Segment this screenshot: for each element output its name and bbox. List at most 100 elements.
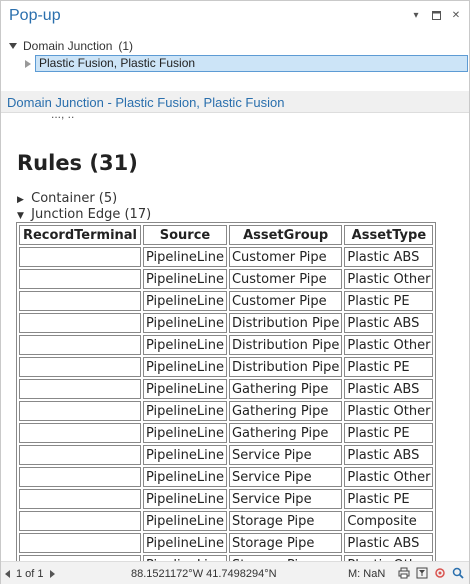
table-cell: Customer Pipe [228,247,343,267]
snapping-icon[interactable] [433,566,447,580]
table-cell: PipelineLine [143,247,227,267]
column-header: RecordTerminal [19,225,141,245]
table-cell: Distribution Pipe [228,357,343,377]
table-cell: Plastic ABS [344,379,434,399]
table-cell: Storage Pipe [228,533,343,553]
pane-window-controls: ▾ ✕ [409,8,463,22]
table-cell: Plastic PE [344,489,434,509]
table-row: PipelineLine Storage Pipe Composite [19,511,434,531]
page-indicator: 1 of 1 [16,568,44,580]
table-cell: PipelineLine [143,511,227,531]
table-row: PipelineLine Gathering Pipe Plastic PE [19,423,434,443]
print-icon[interactable] [397,566,411,580]
table-cell: Service Pipe [228,489,343,509]
rules-table-body: PipelineLine Customer Pipe Plastic ABS Pipe… [19,247,434,561]
table-cell: Gathering Pipe [228,401,343,421]
rules-table: RecordTerminal Source AssetGroup AssetTy… [16,222,437,561]
clipped-text: ..., .. [51,113,75,121]
table-cell: PipelineLine [143,445,227,465]
table-cell: Gathering Pipe [228,423,343,443]
table-cell: Gathering Pipe [228,379,343,399]
table-cell: PipelineLine [143,313,227,333]
coordinate-readout: 88.1521172°W 41.7498294°N [131,568,277,580]
expand-arrow-icon[interactable] [9,43,17,49]
table-cell [19,401,141,421]
table-cell: Plastic PE [344,357,434,377]
table-row: PipelineLine Service Pipe Plastic Other [19,467,434,487]
feature-header: Domain Junction - Plastic Fusion, Plasti… [1,91,469,113]
collapse-arrow-icon[interactable] [25,59,31,68]
feature-header-text: Domain Junction - Plastic Fusion, Plasti… [7,95,285,110]
status-bar: 1 of 1 88.1521172°W 41.7498294°N M: NaN [1,561,469,584]
filter-icon[interactable] [415,566,429,580]
tree-root[interactable]: Domain Junction (1) [9,39,133,53]
tree-item[interactable]: Plastic Fusion, Plastic Fusion [25,55,468,72]
table-cell [19,489,141,509]
table-cell: PipelineLine [143,533,227,553]
table-cell: Composite [344,511,434,531]
feature-tree: Domain Junction (1) Plastic Fusion, Plas… [1,33,469,91]
tree-root-count: (1) [118,39,134,53]
tree-root-label: Domain Junction [23,39,113,53]
zoom-icon[interactable] [451,566,465,580]
pager: 1 of 1 [5,568,55,580]
status-tools [397,566,465,580]
table-cell: PipelineLine [143,335,227,355]
m-value-readout: M: NaN [348,568,386,580]
table-cell: Plastic PE [344,291,434,311]
table-cell: Customer Pipe [228,291,343,311]
table-cell [19,247,141,267]
maximize-icon[interactable] [429,8,443,22]
table-cell [19,423,141,443]
table-row: PipelineLine Gathering Pipe Plastic ABS [19,379,434,399]
popup-content[interactable]: ..., .. Rules (31) ▶ Container (5) ▼ Jun… [1,113,469,561]
table-cell: Plastic ABS [344,445,434,465]
table-row: PipelineLine Gathering Pipe Plastic Other [19,401,434,421]
collapsed-arrow-icon: ▶ [17,195,24,205]
chevron-down-icon[interactable]: ▾ [409,8,423,22]
table-row: PipelineLine Customer Pipe Plastic ABS [19,247,434,267]
table-cell: PipelineLine [143,357,227,377]
group-junction-edge[interactable]: ▼ Junction Edge (17) [17,207,151,222]
table-cell [19,313,141,333]
table-cell [19,511,141,531]
table-cell: Plastic PE [344,423,434,443]
table-cell: PipelineLine [143,467,227,487]
table-cell: Storage Pipe [228,511,343,531]
table-cell: Distribution Pipe [228,313,343,333]
group-label: Junction Edge (17) [31,207,152,222]
column-header: AssetGroup [228,225,343,245]
table-cell: Plastic Other [344,269,434,289]
table-row: PipelineLine Service Pipe Plastic PE [19,489,434,509]
column-header: AssetType [344,225,434,245]
table-cell: Distribution Pipe [228,335,343,355]
table-row: PipelineLine Distribution Pipe Plastic ABS [19,313,434,333]
table-cell [19,269,141,289]
table-cell: Plastic Other [344,335,434,355]
table-cell [19,467,141,487]
table-cell: PipelineLine [143,423,227,443]
table-cell: Customer Pipe [228,269,343,289]
rules-heading: Rules (31) [17,151,138,175]
table-cell: PipelineLine [143,489,227,509]
tree-item-selected[interactable]: Plastic Fusion, Plastic Fusion [35,55,468,72]
table-row: PipelineLine Service Pipe Plastic ABS [19,445,434,465]
table-row: PipelineLine Storage Pipe Plastic ABS [19,533,434,553]
previous-page-icon[interactable] [5,570,10,578]
close-icon[interactable]: ✕ [449,8,463,22]
table-cell: Plastic ABS [344,533,434,553]
next-page-icon[interactable] [49,570,55,578]
table-row: PipelineLine Customer Pipe Plastic Other [19,269,434,289]
table-cell: PipelineLine [143,379,227,399]
group-label: Container (5) [31,191,118,206]
table-cell: Service Pipe [228,445,343,465]
table-cell [19,291,141,311]
group-container[interactable]: ▶ Container (5) [17,191,117,206]
table-cell [19,533,141,553]
table-cell [19,379,141,399]
table-row: PipelineLine Distribution Pipe Plastic PE [19,357,434,377]
table-cell [19,445,141,465]
table-cell: Plastic Other [344,401,434,421]
table-cell: PipelineLine [143,291,227,311]
table-row: PipelineLine Distribution Pipe Plastic Oth… [19,335,434,355]
